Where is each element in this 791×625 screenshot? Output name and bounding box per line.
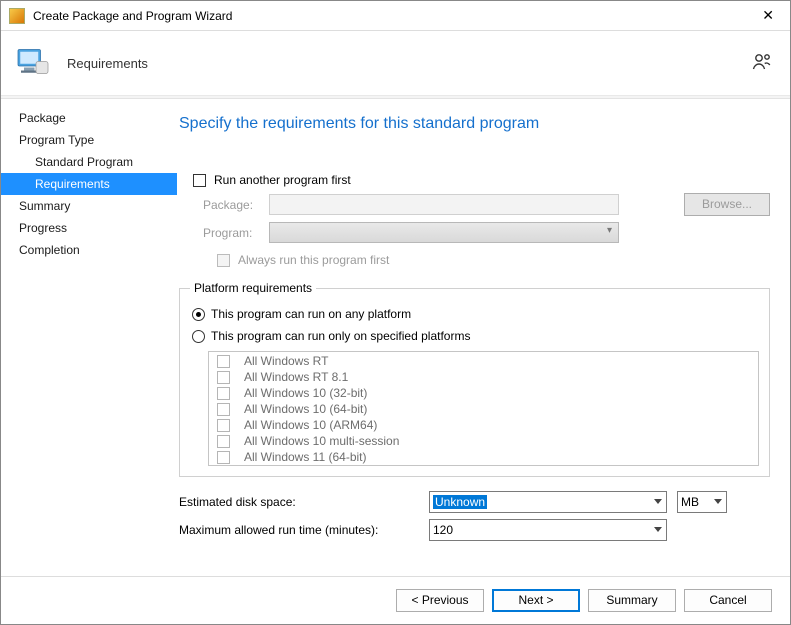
nav-package[interactable]: Package [1, 107, 177, 129]
platform-item: All Windows 11 (64-bit) [209, 449, 758, 465]
nav-summary[interactable]: Summary [1, 195, 177, 217]
radio-any-platform-label: This program can run on any platform [211, 307, 411, 321]
program-dropdown [269, 222, 619, 243]
platform-checkbox [217, 435, 230, 448]
runtime-label: Maximum allowed run time (minutes): [179, 523, 429, 537]
nav-completion[interactable]: Completion [1, 239, 177, 261]
platform-list[interactable]: All Windows RT All Windows RT 8.1 All Wi… [208, 351, 759, 466]
nav-program-type[interactable]: Program Type [1, 129, 177, 151]
nav-standard-program[interactable]: Standard Program [1, 151, 177, 173]
browse-button: Browse... [684, 193, 770, 216]
platform-checkbox [217, 451, 230, 464]
titlebar: Create Package and Program Wizard ✕ [1, 1, 790, 31]
runtime-combo[interactable]: 120 [429, 519, 667, 541]
next-button[interactable]: Next > [492, 589, 580, 612]
package-label: Package: [179, 198, 269, 212]
package-input [269, 194, 619, 215]
wizard-header: Requirements [1, 31, 790, 96]
disk-space-combo[interactable]: Unknown [429, 491, 667, 513]
platform-legend: Platform requirements [190, 281, 316, 295]
nav-requirements[interactable]: Requirements [1, 173, 177, 195]
people-icon [750, 50, 776, 76]
header-section-title: Requirements [67, 56, 148, 71]
platform-item: All Windows RT 8.1 [209, 369, 758, 385]
platform-item: All Windows 11 (ARM64) [209, 465, 758, 466]
always-run-first-checkbox [217, 254, 230, 267]
platform-checkbox [217, 419, 230, 432]
nav-progress[interactable]: Progress [1, 217, 177, 239]
window-title: Create Package and Program Wizard [33, 9, 754, 23]
wizard-content: Specify the requirements for this standa… [177, 99, 790, 576]
disk-space-unit-combo[interactable]: MB [677, 491, 727, 513]
platform-requirements-group: Platform requirements This program can r… [179, 281, 770, 477]
platform-checkbox [217, 371, 230, 384]
wizard-nav: Package Program Type Standard Program Re… [1, 99, 177, 576]
close-button[interactable]: ✕ [754, 7, 782, 24]
app-icon [9, 8, 25, 24]
radio-any-platform[interactable] [192, 308, 205, 321]
program-label: Program: [179, 226, 269, 240]
platform-checkbox [217, 387, 230, 400]
radio-specified-platforms[interactable] [192, 330, 205, 343]
page-heading: Specify the requirements for this standa… [179, 115, 770, 133]
always-run-first-label: Always run this program first [238, 253, 389, 267]
platform-item: All Windows 10 (64-bit) [209, 401, 758, 417]
wizard-footer: < Previous Next > Summary Cancel [1, 576, 790, 624]
cancel-button[interactable]: Cancel [684, 589, 772, 612]
platform-checkbox [217, 355, 230, 368]
platform-item: All Windows RT [209, 353, 758, 369]
disk-space-label: Estimated disk space: [179, 495, 429, 509]
platform-item: All Windows 10 multi-session [209, 433, 758, 449]
run-another-first-checkbox[interactable] [193, 174, 206, 187]
computer-icon [15, 45, 51, 81]
platform-item: All Windows 10 (32-bit) [209, 385, 758, 401]
run-another-first-label: Run another program first [214, 173, 351, 187]
platform-item: All Windows 10 (ARM64) [209, 417, 758, 433]
previous-button[interactable]: < Previous [396, 589, 484, 612]
radio-specified-platforms-label: This program can run only on specified p… [211, 329, 470, 343]
platform-checkbox [217, 403, 230, 416]
summary-button[interactable]: Summary [588, 589, 676, 612]
